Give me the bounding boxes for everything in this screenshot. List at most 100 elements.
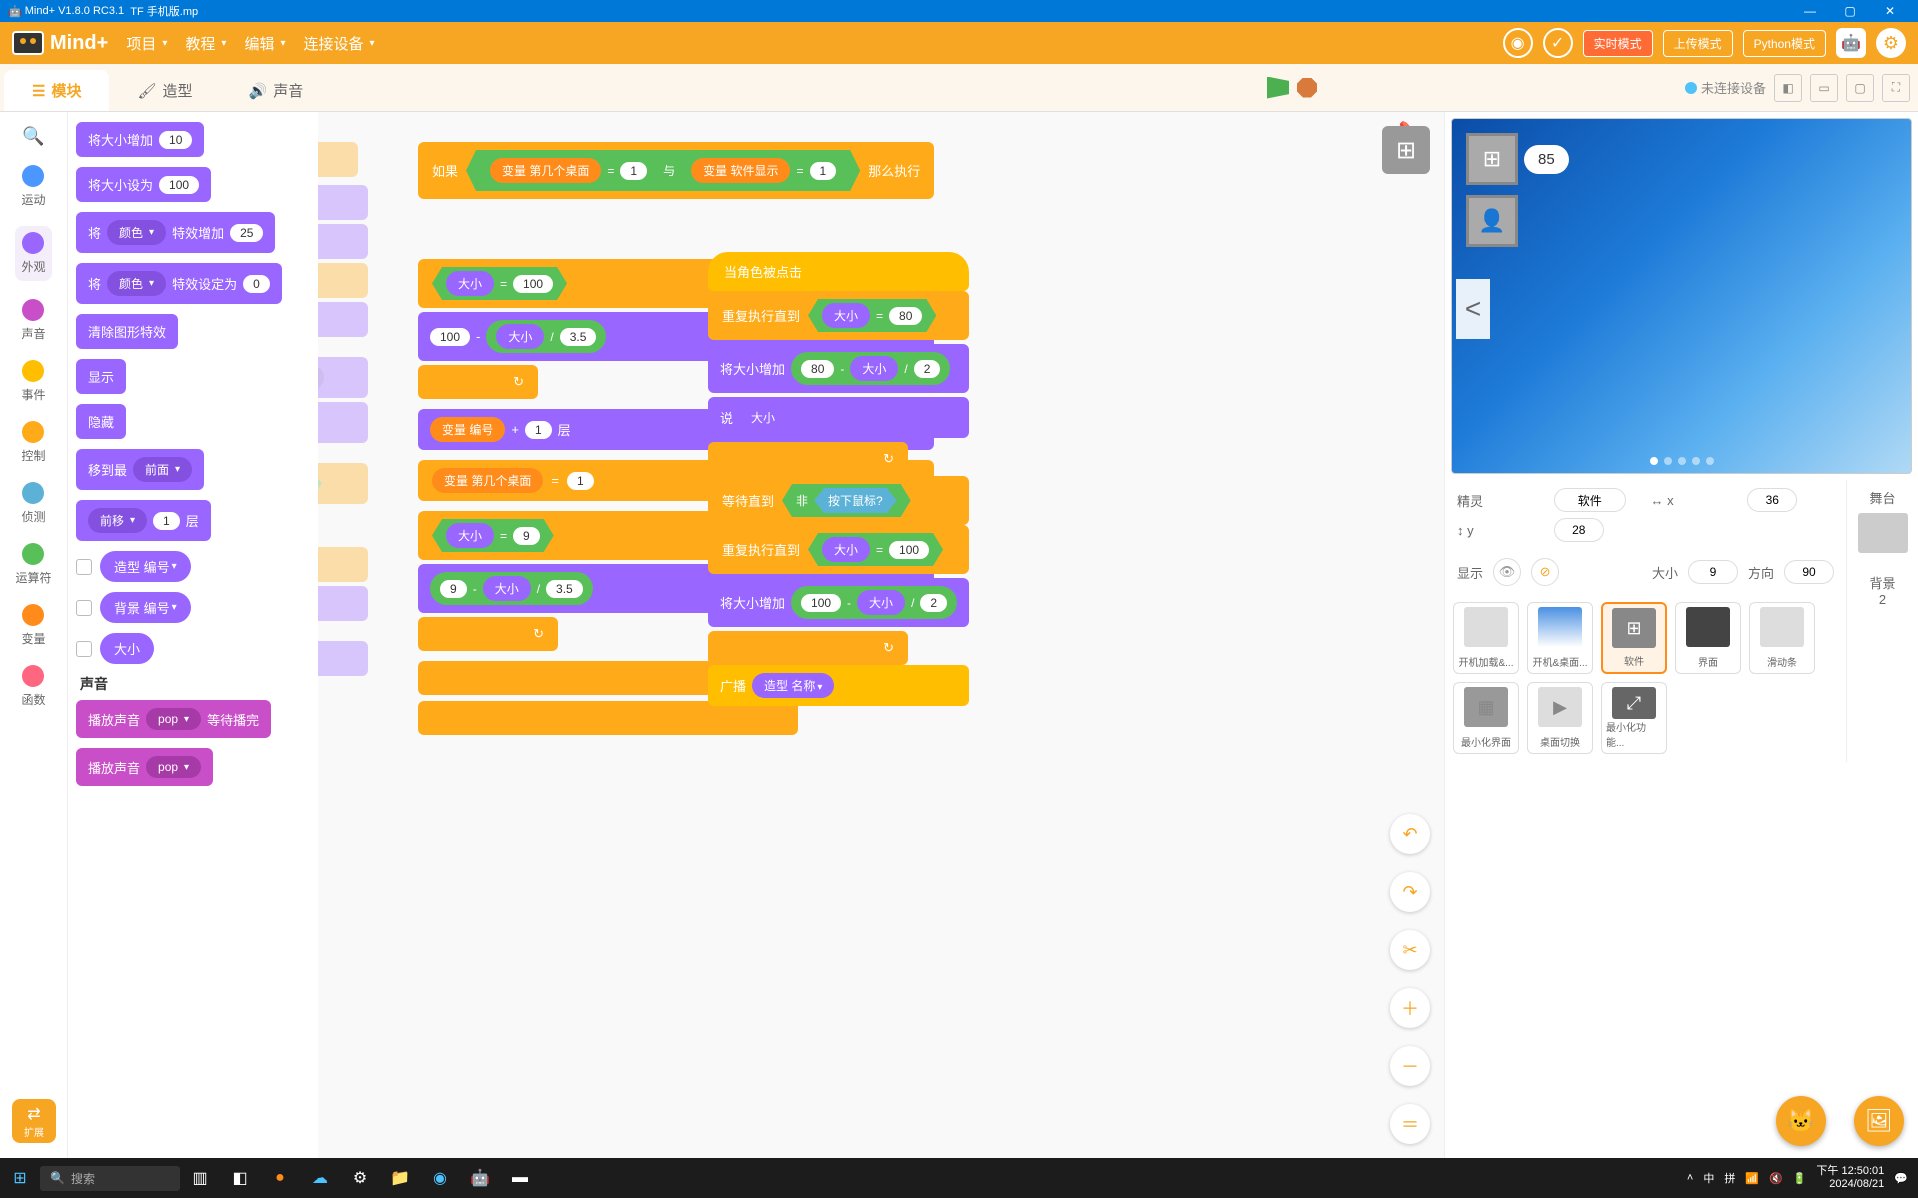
toolbar-robot-icon[interactable]: 🤖 bbox=[1836, 28, 1866, 58]
cat-events[interactable]: 事件 bbox=[21, 360, 45, 403]
taskbar-app-3[interactable]: ☁ bbox=[300, 1158, 340, 1198]
show-toggle-off[interactable]: ⊘ bbox=[1531, 558, 1559, 586]
task-view-icon[interactable]: ▥ bbox=[180, 1158, 220, 1198]
tray-battery-icon[interactable]: 🔋 bbox=[1793, 1172, 1807, 1185]
mode-upload[interactable]: 上传模式 bbox=[1663, 30, 1733, 57]
page-dot[interactable] bbox=[1692, 457, 1700, 465]
cat-motion[interactable]: 运动 bbox=[21, 165, 45, 208]
tray-date[interactable]: 2024/08/21 bbox=[1816, 1178, 1884, 1191]
cleanup-button[interactable]: ✂ bbox=[1390, 930, 1430, 970]
mode-realtime[interactable]: 实时模式 bbox=[1583, 30, 1653, 57]
block-play-sound-until[interactable]: 播放声音pop等待播完 bbox=[76, 700, 271, 738]
when-sprite-clicked-hat[interactable]: 当角色被点击 bbox=[708, 252, 969, 291]
menu-project[interactable]: 项目 bbox=[126, 33, 167, 54]
cat-sound[interactable]: 声音 bbox=[21, 299, 45, 342]
undo-button[interactable]: ↶ bbox=[1390, 814, 1430, 854]
reporter-size-check[interactable] bbox=[76, 641, 92, 657]
tray-wifi-icon[interactable]: 📶 bbox=[1745, 1172, 1759, 1185]
sprite-card-selected[interactable]: ⊞软件 bbox=[1601, 602, 1667, 674]
block-goto-front[interactable]: 移到最前面 bbox=[76, 449, 204, 490]
zoom-in-button[interactable]: ＋ bbox=[1390, 988, 1430, 1028]
tab-blocks[interactable]: ☰模块 bbox=[4, 70, 109, 111]
reporter-size[interactable]: 大小 bbox=[100, 633, 154, 664]
taskbar-app-mindplus[interactable]: 🤖 bbox=[460, 1158, 500, 1198]
taskbar-app-1[interactable]: ◧ bbox=[220, 1158, 260, 1198]
sprite-card[interactable]: ▦最小化界面 bbox=[1453, 682, 1519, 754]
sprite-card[interactable]: 界面 bbox=[1675, 602, 1741, 674]
repeat-until-100[interactable]: 重复执行直到 大小 = 100 bbox=[708, 525, 969, 574]
loop-end-2[interactable]: ↻ bbox=[418, 617, 558, 651]
toolbar-check-icon[interactable]: ✓ bbox=[1543, 28, 1573, 58]
stage-view-small[interactable]: ◧ bbox=[1774, 74, 1802, 102]
reporter-costume-check[interactable] bbox=[76, 559, 92, 575]
green-flag-button[interactable] bbox=[1267, 77, 1289, 99]
window-maximize[interactable]: ▢ bbox=[1830, 4, 1870, 18]
broadcast-block[interactable]: 广播 造型 名称 bbox=[708, 665, 969, 706]
stop-button[interactable] bbox=[1297, 78, 1317, 98]
stage-preview[interactable]: ⊞ 85 👤 < bbox=[1451, 118, 1912, 474]
cat-operators[interactable]: 运算符 bbox=[15, 543, 51, 586]
settings-gear-icon[interactable]: ⚙ bbox=[1876, 28, 1906, 58]
block-hide[interactable]: 隐藏 bbox=[76, 404, 126, 439]
tray-ime-1[interactable]: 中 bbox=[1703, 1170, 1714, 1186]
tray-time[interactable]: 下午 12:50:01 bbox=[1816, 1165, 1884, 1178]
taskbar-app-edge[interactable]: ◉ bbox=[420, 1158, 460, 1198]
c-block-end-2[interactable] bbox=[418, 701, 798, 735]
tab-costumes[interactable]: 🖌造型 bbox=[109, 70, 220, 111]
sprite-name-input[interactable] bbox=[1554, 488, 1626, 512]
page-dot[interactable] bbox=[1650, 457, 1658, 465]
block-go-layers[interactable]: 前移1层 bbox=[76, 500, 211, 541]
cat-control[interactable]: 控制 bbox=[21, 421, 45, 464]
tray-ime-2[interactable]: 拼 bbox=[1724, 1170, 1735, 1186]
zoom-out-button[interactable]: － bbox=[1390, 1046, 1430, 1086]
cat-sensing[interactable]: 侦测 bbox=[21, 482, 45, 525]
start-button[interactable]: ⊞ bbox=[0, 1158, 40, 1198]
reporter-backdrop-check[interactable] bbox=[76, 600, 92, 616]
page-dot[interactable] bbox=[1678, 457, 1686, 465]
search-icon[interactable]: 🔍 bbox=[22, 126, 44, 147]
extension-button[interactable]: ⇄扩展 bbox=[12, 1099, 56, 1143]
sprite-y-input[interactable] bbox=[1554, 518, 1604, 542]
taskbar-app-explorer[interactable]: 📁 bbox=[380, 1158, 420, 1198]
tray-volume-icon[interactable]: 🔇 bbox=[1769, 1172, 1783, 1185]
sprite-dir-input[interactable] bbox=[1784, 560, 1834, 584]
page-dot[interactable] bbox=[1664, 457, 1672, 465]
change-size-100[interactable]: 将大小增加 100 - 大小 / 2 bbox=[708, 578, 969, 627]
script-canvas[interactable]: 📌 ⊞ 如果 显示 将大小设为9 重复执行直到 将大小增加 移到最前面 后移 等… bbox=[318, 112, 1444, 1158]
redo-button[interactable]: ↷ bbox=[1390, 872, 1430, 912]
taskbar-app-2[interactable]: ● bbox=[260, 1158, 300, 1198]
change-size-80[interactable]: 将大小增加 80 - 大小 / 2 bbox=[708, 344, 969, 393]
loop-end-r1[interactable]: ↻ bbox=[708, 442, 908, 476]
window-minimize[interactable]: — bbox=[1790, 4, 1830, 18]
taskbar-app-settings[interactable]: ⚙ bbox=[340, 1158, 380, 1198]
page-dot[interactable] bbox=[1706, 457, 1714, 465]
menu-tutorial[interactable]: 教程 bbox=[185, 33, 226, 54]
mode-python[interactable]: Python模式 bbox=[1743, 30, 1826, 57]
sprite-x-input[interactable] bbox=[1747, 488, 1797, 512]
window-close[interactable]: ✕ bbox=[1870, 4, 1910, 18]
stage-fullscreen[interactable]: ⛶ bbox=[1882, 74, 1910, 102]
block-change-size-by[interactable]: 将大小增加10 bbox=[76, 122, 204, 157]
cat-variables[interactable]: 变量 bbox=[21, 604, 45, 647]
tray-chevron-icon[interactable]: ˄ bbox=[1687, 1172, 1693, 1184]
show-toggle-on[interactable]: 👁 bbox=[1493, 558, 1521, 586]
taskbar-app-terminal[interactable]: ▬ bbox=[500, 1158, 540, 1198]
loop-end-r2[interactable]: ↻ bbox=[708, 631, 908, 665]
sprite-size-input[interactable] bbox=[1688, 560, 1738, 584]
block-set-effect[interactable]: 将颜色特效设定为0 bbox=[76, 263, 282, 304]
if-block[interactable]: 如果 变量 第几个桌面 = 1 与 变量 软件显示 = 1 那么执行 bbox=[418, 142, 934, 199]
tray-notifications-icon[interactable]: 💬 bbox=[1894, 1172, 1908, 1185]
sprite-card[interactable]: ▶桌面切换 bbox=[1527, 682, 1593, 754]
cat-functions[interactable]: 函数 bbox=[21, 665, 45, 708]
zoom-reset-button[interactable]: ＝ bbox=[1390, 1104, 1430, 1144]
sprite-card[interactable]: 开机加载&... bbox=[1453, 602, 1519, 674]
add-sprite-button[interactable]: 🐱 bbox=[1776, 1096, 1826, 1146]
say-block[interactable]: 说 大小 bbox=[708, 397, 969, 438]
menu-edit[interactable]: 编辑 bbox=[244, 33, 285, 54]
toolbar-dashboard-icon[interactable]: ◉ bbox=[1503, 28, 1533, 58]
block-play-sound[interactable]: 播放声音pop bbox=[76, 748, 213, 786]
repeat-until-80[interactable]: 重复执行直到 大小 = 80 bbox=[708, 291, 969, 340]
sprite-card[interactable]: 开机&桌面... bbox=[1527, 602, 1593, 674]
block-clear-effects[interactable]: 清除图形特效 bbox=[76, 314, 178, 349]
block-change-effect[interactable]: 将颜色特效增加25 bbox=[76, 212, 275, 253]
